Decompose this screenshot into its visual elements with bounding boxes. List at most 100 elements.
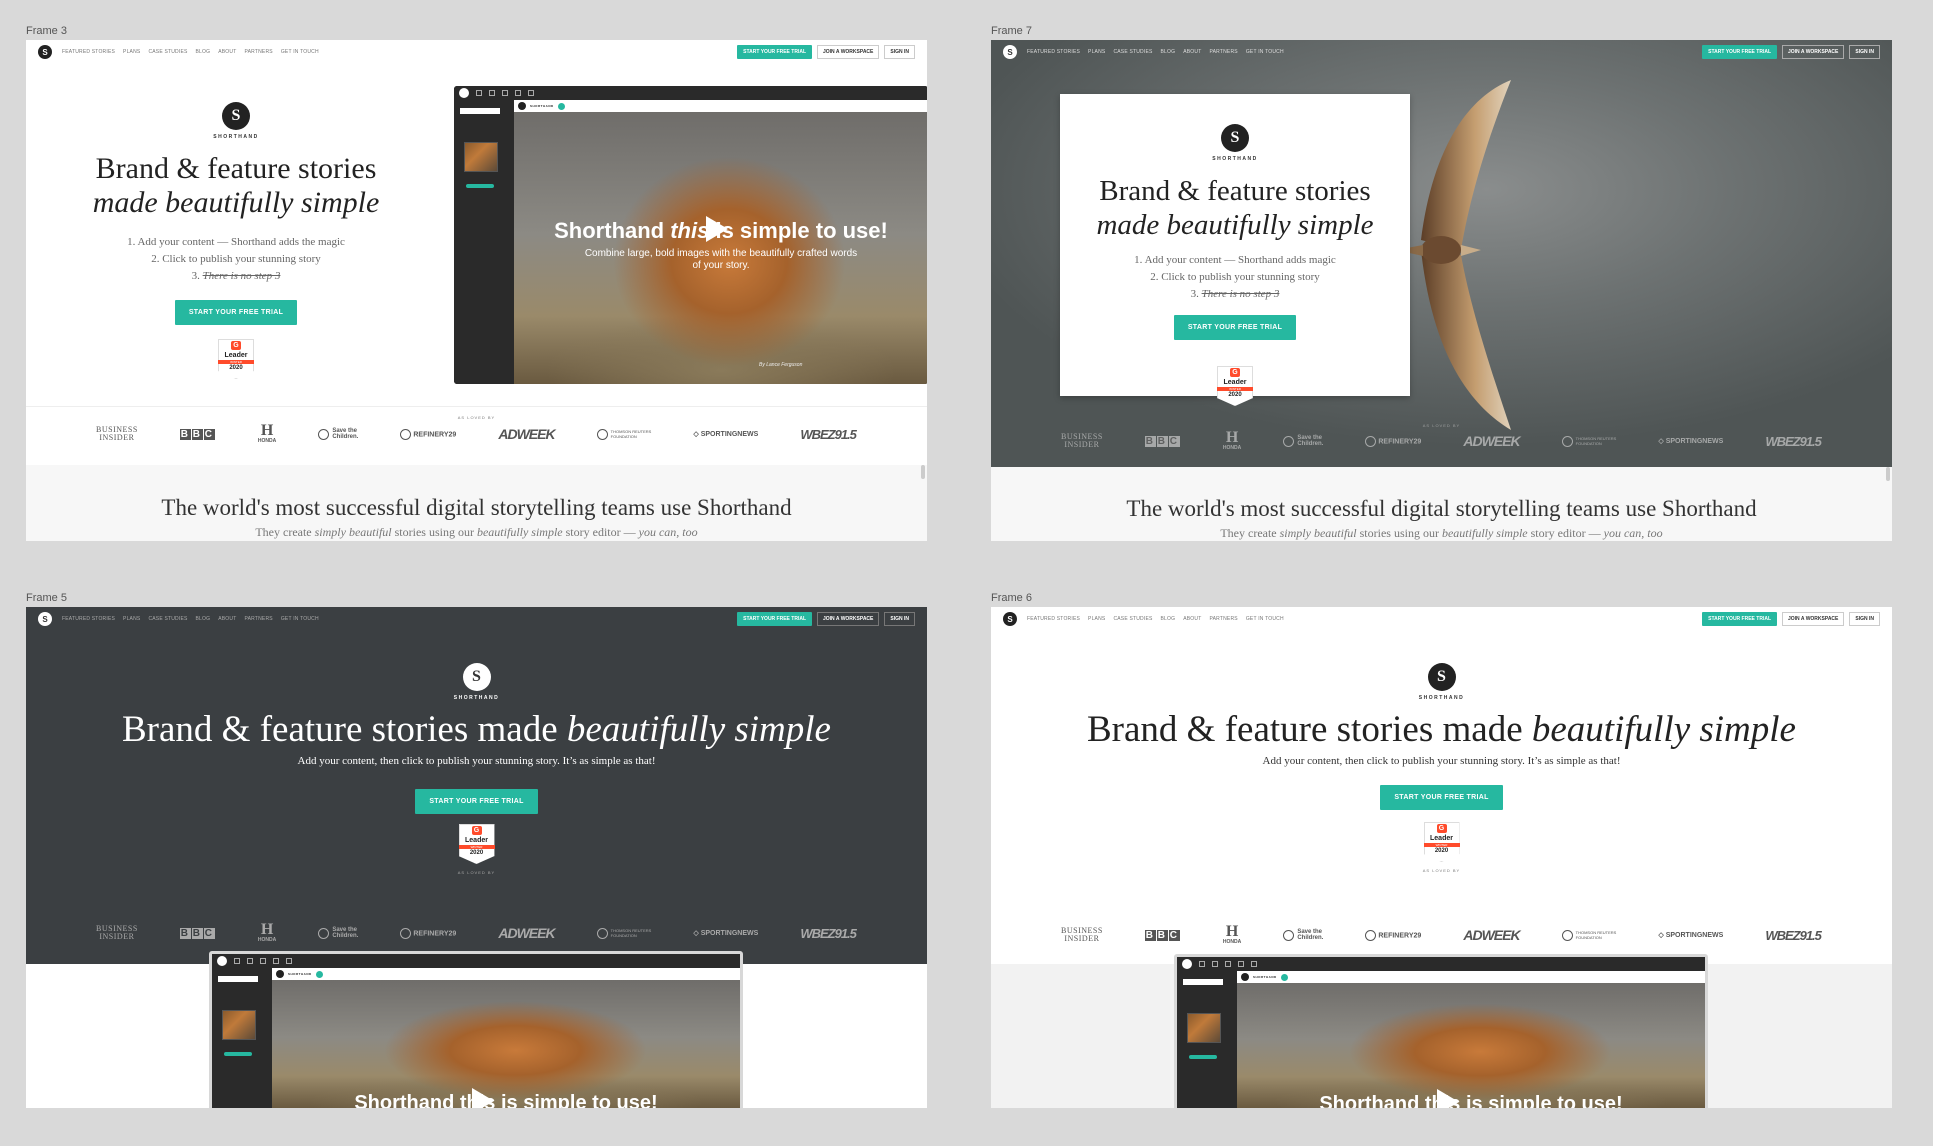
nav-trial-button[interactable]: START YOUR FREE TRIAL [737, 612, 812, 626]
thomson-reuters-logo: THOMSON REUTERS FOUNDATION [1561, 435, 1616, 447]
nav-link[interactable]: PARTNERS [1209, 49, 1237, 55]
nav-trial-button[interactable]: START YOUR FREE TRIAL [1702, 612, 1777, 626]
scrollbar[interactable] [921, 465, 925, 479]
nav-link[interactable]: PLANS [1088, 616, 1105, 622]
nav-link[interactable]: GET IN TOUCH [1246, 616, 1284, 622]
nav-link[interactable]: FEATURED STORIES [1027, 616, 1080, 622]
nav-logo[interactable]: S [1003, 612, 1017, 626]
bbc-logo: BBC [1144, 929, 1180, 941]
nav-link[interactable]: PLANS [123, 616, 140, 622]
sign-in-button[interactable]: SIGN IN [884, 45, 915, 59]
hero-title: Brand & feature stories made beautifully… [1087, 709, 1796, 750]
add-icon[interactable] [557, 102, 565, 110]
editor-preview[interactable]: SHORTHAND Shorthand this is simple to us… [209, 951, 743, 1108]
section-thumbnail[interactable] [222, 1010, 256, 1040]
nav-link[interactable]: BLOG [1161, 49, 1176, 55]
join-workspace-button[interactable]: JOIN A WORKSPACE [817, 612, 880, 626]
nav-link[interactable]: GET IN TOUCH [1246, 49, 1284, 55]
honda-logo: H HONDA [1222, 923, 1242, 946]
play-icon[interactable] [472, 1088, 494, 1108]
join-workspace-button[interactable]: JOIN A WORKSPACE [1782, 612, 1845, 626]
frame-label-5: Frame 5 [26, 592, 67, 604]
nav-link[interactable]: BLOG [1161, 616, 1176, 622]
nav-link[interactable]: CASE STUDIES [148, 616, 187, 622]
add-section-button[interactable] [466, 184, 494, 188]
add-section-button[interactable] [1189, 1055, 1217, 1059]
frame-label-3: Frame 3 [26, 25, 67, 37]
story-subtitle: Combine large, bold images with the beau… [584, 248, 858, 271]
add-icon[interactable] [1280, 973, 1288, 981]
nav-link[interactable]: ABOUT [1183, 616, 1201, 622]
nav-link[interactable]: ABOUT [1183, 49, 1201, 55]
g2-leader-badge: G Leader WINTER 2020 [1423, 822, 1460, 862]
brand-wordmark: SHORTHAND [1212, 156, 1258, 162]
nav-link[interactable]: ABOUT [218, 49, 236, 55]
nav-link[interactable]: BLOG [196, 49, 211, 55]
hero-cta-button[interactable]: START YOUR FREE TRIAL [1173, 315, 1297, 340]
loved-by-label: AS LOVED BY [1422, 868, 1461, 873]
nav-link[interactable]: PARTNERS [1209, 616, 1237, 622]
nav-logo[interactable]: S [38, 612, 52, 626]
editor-preview[interactable]: SHORTHAND Shorthand this is simple to us… [454, 86, 927, 384]
nav-link[interactable]: BLOG [196, 616, 211, 622]
add-icon[interactable] [315, 970, 323, 978]
hero-title-line1: Brand & feature stories [1099, 175, 1371, 207]
editor-header: SHORTHAND [272, 968, 740, 980]
step-2: 2. Click to publish your stunning story [1150, 271, 1320, 283]
nav-link[interactable]: FEATURED STORIES [62, 616, 115, 622]
nav-link[interactable]: PLANS [1088, 49, 1105, 55]
nav-link[interactable]: CASE STUDIES [1113, 616, 1152, 622]
step-1: 1. Add your content — Shorthand adds the… [127, 236, 345, 248]
sign-in-button[interactable]: SIGN IN [1849, 612, 1880, 626]
hero-title: Brand & feature stories made beautifully… [1060, 174, 1410, 242]
hero-cta-button[interactable]: START YOUR FREE TRIAL [174, 300, 298, 325]
section-thumbnail[interactable] [464, 142, 498, 172]
nav-link[interactable]: GET IN TOUCH [281, 49, 319, 55]
editor-preview[interactable]: SHORTHAND Shorthand this is simple to us… [1174, 954, 1708, 1108]
nav-trial-button[interactable]: START YOUR FREE TRIAL [737, 45, 812, 59]
section-thumbnail[interactable] [1187, 1013, 1221, 1043]
social-proof-section: The world's most successful digital stor… [26, 465, 927, 541]
join-workspace-button[interactable]: JOIN A WORKSPACE [817, 45, 880, 59]
nav-logo[interactable]: S [38, 45, 52, 59]
add-section-button[interactable] [224, 1052, 252, 1056]
hero-cta-button[interactable]: START YOUR FREE TRIAL [1380, 785, 1503, 810]
loved-by-label: AS LOVED BY [457, 870, 496, 875]
refinery29-logo: REFINERY29 [1365, 435, 1421, 447]
nav-link[interactable]: CASE STUDIES [1113, 49, 1152, 55]
bbc-logo: BBC [179, 428, 215, 440]
nav-links: FEATURED STORIES PLANS CASE STUDIES BLOG… [62, 616, 319, 622]
nav-link[interactable]: FEATURED STORIES [62, 49, 115, 55]
nav-trial-button[interactable]: START YOUR FREE TRIAL [1702, 45, 1777, 59]
nav-link[interactable]: PLANS [123, 49, 140, 55]
nav-link[interactable]: PARTNERS [244, 49, 272, 55]
editor-stage: Shorthand this is simple to use! Combine… [514, 112, 927, 384]
join-workspace-button[interactable]: JOIN A WORKSPACE [1782, 45, 1845, 59]
nav-link[interactable]: PARTNERS [244, 616, 272, 622]
loved-by-label: AS LOVED BY [457, 415, 496, 420]
nav-links: FEATURED STORIES PLANS CASE STUDIES BLOG… [1027, 49, 1284, 55]
frame-7: S FEATURED STORIES PLANS CASE STUDIES BL… [991, 40, 1892, 541]
hero-card: S SHORTHAND Brand & feature stories made… [1060, 94, 1410, 396]
sportingnews-logo: ◇ SPORTINGNEWS [693, 930, 759, 937]
hero-cta-button[interactable]: START YOUR FREE TRIAL [415, 789, 538, 814]
nav-link[interactable]: FEATURED STORIES [1027, 49, 1080, 55]
top-nav: S FEATURED STORIES PLANS CASE STUDIES BL… [991, 40, 1892, 64]
nav-logo[interactable]: S [1003, 45, 1017, 59]
nav-link[interactable]: ABOUT [218, 616, 236, 622]
honda-logo: H HONDA [257, 422, 277, 445]
editor-sidebar [1177, 971, 1237, 1108]
brand-logo-icon: S [1427, 663, 1456, 691]
sign-in-button[interactable]: SIGN IN [1849, 45, 1880, 59]
sportingnews-logo: ◇ SPORTINGNEWS [1658, 438, 1724, 445]
hero-steps: 1. Add your content — Shorthand adds the… [86, 234, 386, 285]
play-icon[interactable] [706, 216, 728, 242]
sportingnews-logo: ◇ SPORTINGNEWS [1658, 932, 1724, 939]
business-insider-logo: BUSINESS INSIDER [1061, 926, 1103, 943]
honda-logo: H HONDA [1222, 429, 1242, 452]
nav-link[interactable]: CASE STUDIES [148, 49, 187, 55]
play-icon[interactable] [1437, 1089, 1459, 1108]
scrollbar[interactable] [1886, 467, 1890, 481]
nav-link[interactable]: GET IN TOUCH [281, 616, 319, 622]
sign-in-button[interactable]: SIGN IN [884, 612, 915, 626]
